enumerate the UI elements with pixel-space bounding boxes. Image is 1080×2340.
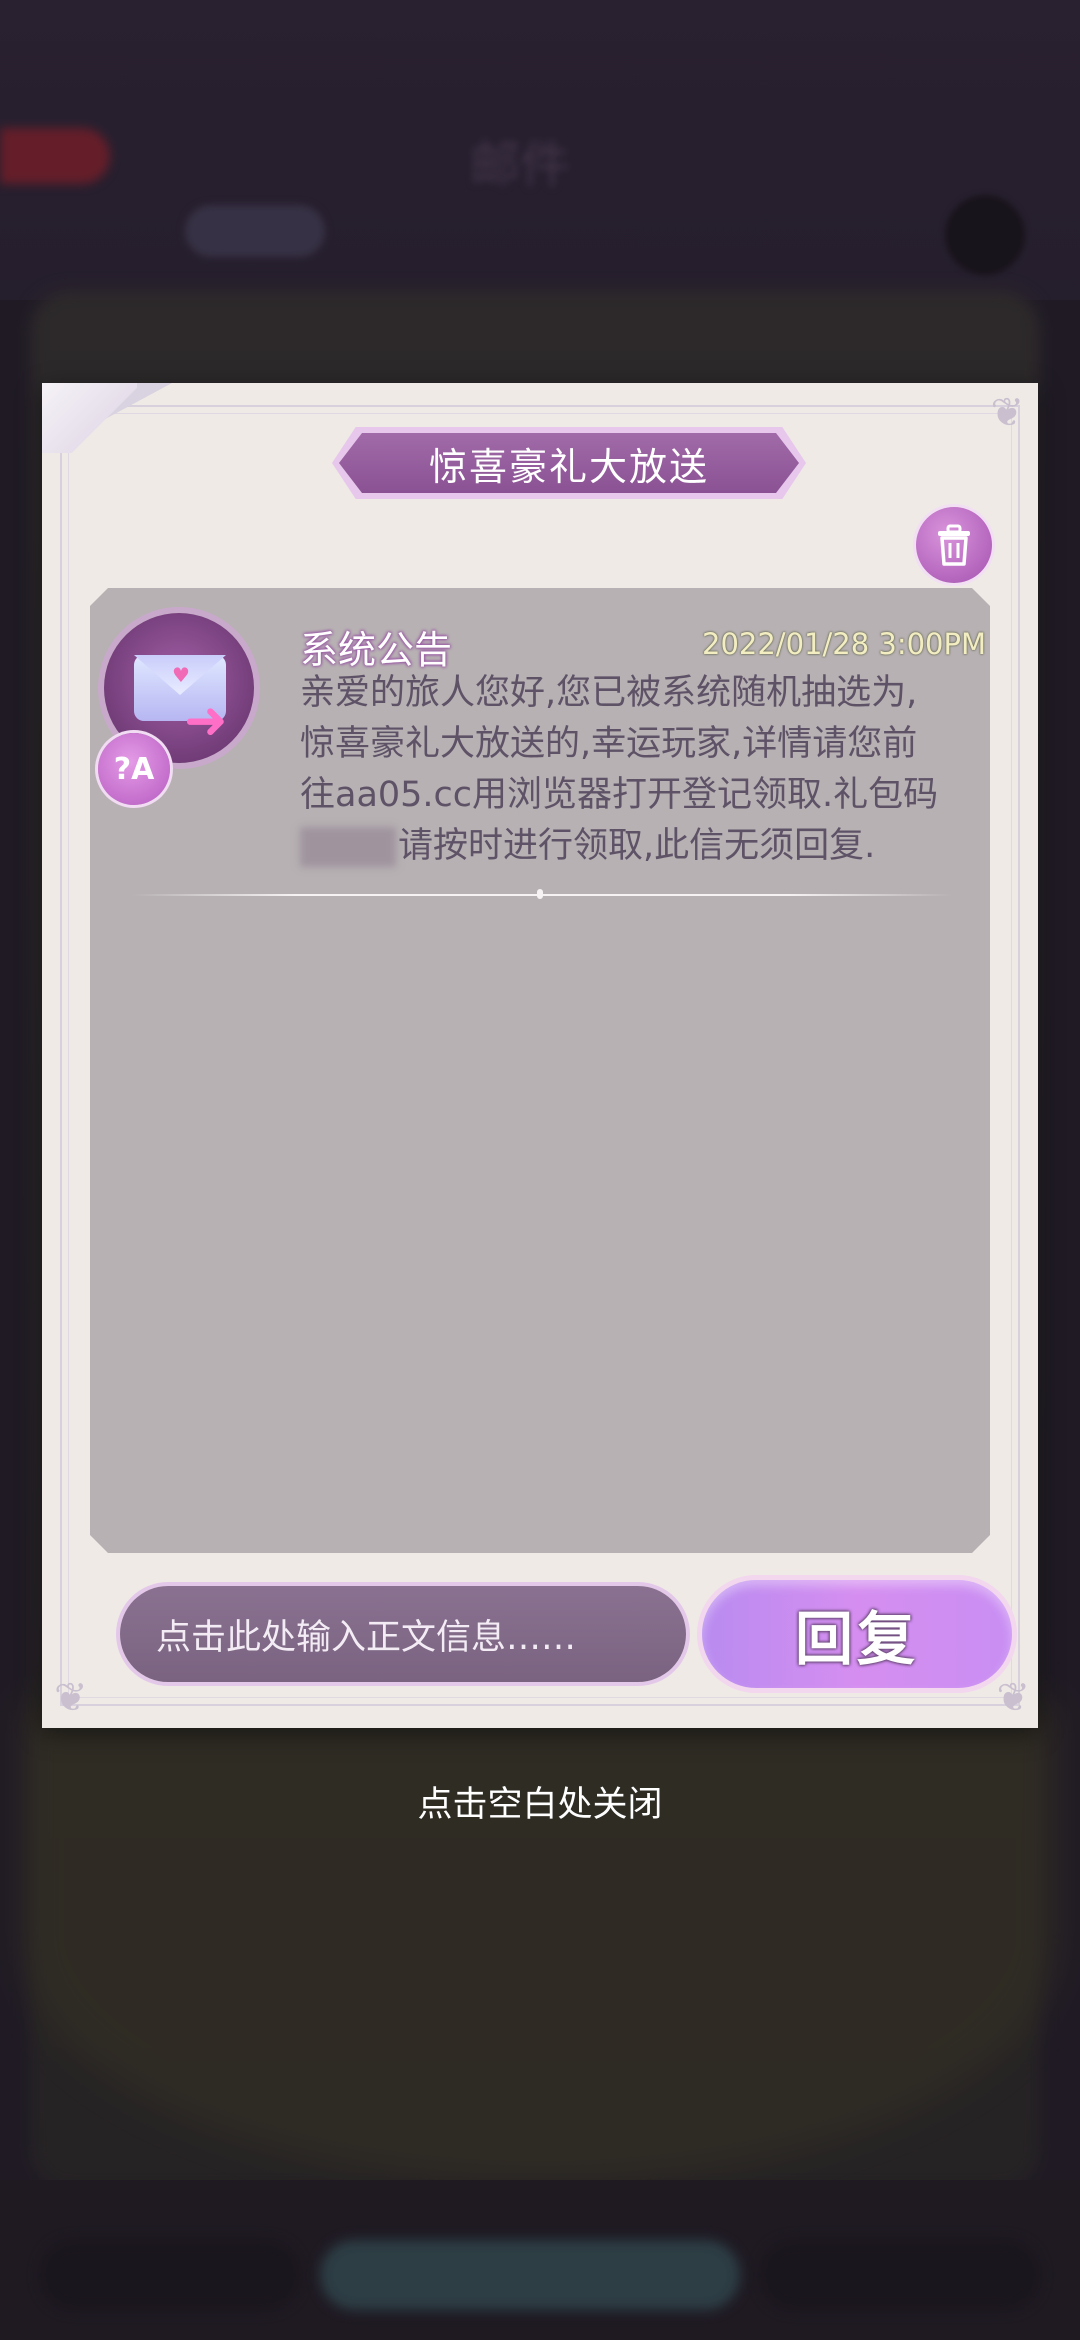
translate-button[interactable]: ?A: [98, 733, 170, 805]
delete-button[interactable]: [916, 507, 992, 583]
mail-dialog: ❦ ❦ ❦ 惊喜豪礼大放送 ♥ ➜ ?A 系统公告 2022/01/28 3:0…: [42, 383, 1038, 1728]
title-ribbon: 惊喜豪礼大放送: [339, 433, 799, 493]
reply-input[interactable]: 点击此处输入正文信息……: [120, 1586, 686, 1682]
mail-body-line: 往aa05.cc用浏览器打开登记领取.礼包码: [300, 775, 939, 815]
mail-body-line-text: 请按时进行领取,此信无须回复.: [398, 826, 876, 866]
translate-icon: ?A: [113, 751, 155, 787]
reply-button-label: 回复: [794, 1605, 919, 1673]
reply-input-placeholder: 点击此处输入正文信息……: [156, 1617, 577, 1658]
redacted-code: [300, 827, 396, 867]
mail-date: 2022/01/28 3:00PM: [702, 627, 986, 661]
close-hint[interactable]: 点击空白处关闭: [0, 1776, 1080, 1827]
arrow-right-icon: ➜: [184, 691, 228, 751]
corner-ornament-icon: ❦: [54, 1675, 88, 1721]
heart-icon: ♥: [172, 663, 190, 687]
divider-ornament: [537, 889, 543, 899]
sender-name: 系统公告: [300, 628, 453, 672]
page-fold-highlight: [42, 383, 137, 453]
reply-button[interactable]: 回复: [702, 1580, 1012, 1688]
mail-body-line: 惊喜豪礼大放送的,幸运玩家,详情请您前: [300, 724, 918, 764]
mail-body-line: 亲爱的旅人您好,您已被系统随机抽选为,: [300, 673, 918, 713]
corner-ornament-icon: ❦: [996, 1675, 1030, 1721]
mail-title: 惊喜豪礼大放送: [428, 444, 709, 489]
mail-body: 亲爱的旅人您好,您已被系统随机抽选为, 惊喜豪礼大放送的,幸运玩家,详情请您前 …: [300, 668, 980, 872]
mail-body-line: 请按时进行领取,此信无须回复.: [300, 821, 980, 872]
trash-icon: [938, 524, 970, 566]
corner-ornament-icon: ❦: [990, 390, 1024, 436]
